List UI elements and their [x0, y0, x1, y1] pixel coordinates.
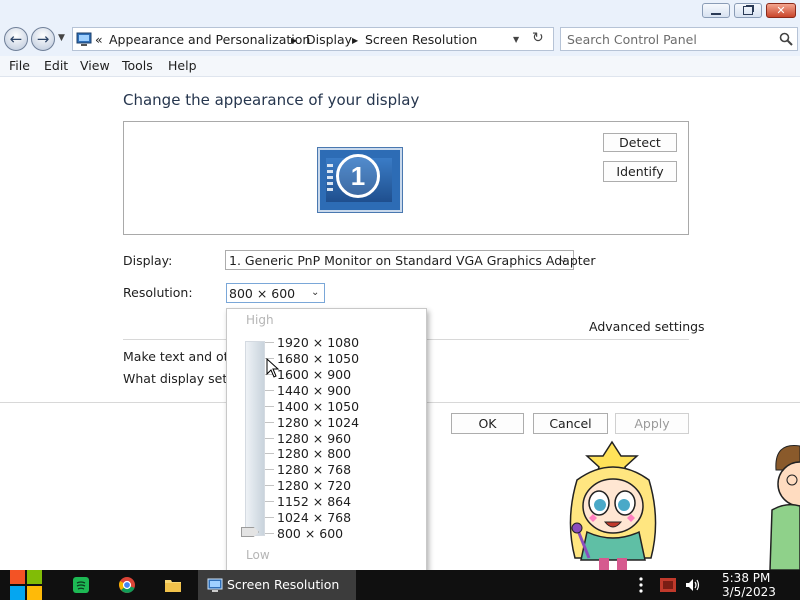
address-dropdown-icon[interactable]: ▼ [513, 35, 519, 44]
desktop-icons-decoration [327, 164, 333, 194]
cartoon-character-partial [769, 445, 800, 570]
resolution-option[interactable]: 1280 × 720 [277, 478, 351, 493]
close-icon: ✕ [776, 4, 786, 17]
slider-tick [265, 422, 274, 423]
display-select[interactable]: 1. Generic PnP Monitor on Standard VGA G… [225, 250, 596, 270]
volume-icon[interactable] [685, 577, 701, 593]
tray-app-icon[interactable] [660, 578, 676, 592]
breadcrumb-appearance[interactable]: Appearance and Personalization [109, 32, 310, 47]
resolution-dropdown: High Low 1920 × 1080 1680 × 1050 1600 × … [226, 308, 427, 572]
taskbar-window-title: Screen Resolution [227, 577, 340, 592]
resolution-option[interactable]: 1440 × 900 [277, 383, 351, 398]
slider-tick [265, 469, 274, 470]
refresh-icon[interactable]: ↻ [532, 30, 544, 46]
menu-view[interactable]: View [80, 58, 110, 73]
control-panel-icon [76, 32, 92, 46]
identify-button[interactable]: Identify [603, 161, 677, 182]
display-select-value: 1. Generic PnP Monitor on Standard VGA G… [229, 253, 596, 268]
resolution-label: Resolution: [123, 285, 193, 300]
apply-button[interactable]: Apply [615, 413, 689, 434]
taskbar: Screen Resolution 5:38 PM 3/5/2023 [0, 570, 800, 600]
ok-button[interactable]: OK [451, 413, 524, 434]
resolution-option-selected[interactable]: 800 × 600 [277, 526, 343, 541]
windows-logo-icon [10, 570, 42, 600]
page-title: Change the appearance of your display [123, 91, 420, 109]
slider-tick [265, 517, 274, 518]
control-panel-icon [207, 578, 223, 592]
minimize-icon [711, 12, 721, 15]
chevron-down-icon: ⌄ [559, 254, 568, 265]
resolution-option[interactable]: 1280 × 768 [277, 462, 351, 477]
slider-tick [265, 501, 274, 502]
clock-time[interactable]: 5:38 PM [722, 571, 770, 585]
back-button[interactable]: ← [4, 27, 28, 51]
address-bar[interactable]: « Appearance and Personalization ▶ Displ… [72, 27, 554, 51]
minimize-button[interactable] [702, 3, 730, 18]
search-box[interactable]: Search Control Panel [560, 27, 798, 51]
resolution-select[interactable]: 800 × 600 ⌄ [226, 283, 325, 303]
breadcrumb-display[interactable]: Display [306, 32, 352, 47]
title-bar: ✕ [0, 0, 800, 24]
menu-edit[interactable]: Edit [44, 58, 68, 73]
chrome-icon[interactable] [119, 577, 135, 593]
close-button[interactable]: ✕ [766, 3, 796, 18]
navigation-bar: ← → ▼ « Appearance and Personalization ▶… [0, 24, 800, 56]
resolution-slider-track[interactable] [245, 341, 265, 536]
slider-tick [265, 390, 274, 391]
resolution-option[interactable]: 1152 × 864 [277, 494, 351, 509]
detect-button[interactable]: Detect [603, 133, 677, 152]
breadcrumb-screen-resolution[interactable]: Screen Resolution [365, 32, 477, 47]
recent-pages-button[interactable]: ▼ [58, 33, 65, 43]
chevron-down-icon: ▼ [58, 33, 65, 43]
spotify-icon[interactable] [73, 577, 89, 593]
resolution-option[interactable]: 1680 × 1050 [277, 351, 359, 366]
start-button[interactable] [0, 570, 50, 600]
resolution-option[interactable]: 1920 × 1080 [277, 335, 359, 350]
restore-button[interactable] [734, 3, 762, 18]
resolution-select-value: 800 × 600 [229, 286, 296, 301]
monitor-number: 1 [350, 160, 366, 191]
cartoon-character-illustration [569, 440, 657, 572]
more-options-icon[interactable] [638, 576, 644, 594]
menu-help[interactable]: Help [168, 58, 197, 73]
resolution-option[interactable]: 1280 × 960 [277, 431, 351, 446]
slider-tick [265, 406, 274, 407]
menu-bar: File Edit View Tools Help [0, 56, 800, 77]
resolution-option[interactable]: 1280 × 800 [277, 446, 351, 461]
menu-file[interactable]: File [9, 58, 30, 73]
slider-tick [265, 533, 274, 534]
resolution-option[interactable]: 1024 × 768 [277, 510, 351, 525]
search-input-placeholder[interactable]: Search Control Panel [567, 32, 697, 47]
clock-date[interactable]: 3/5/2023 [722, 585, 776, 599]
slider-tick [265, 485, 274, 486]
breadcrumb-separator-icon[interactable]: ▶ [291, 36, 297, 45]
breadcrumb-separator-icon[interactable]: ▶ [352, 36, 358, 45]
slider-tick [265, 438, 274, 439]
file-explorer-icon[interactable] [165, 578, 181, 592]
resolution-option[interactable]: 1400 × 1050 [277, 399, 359, 414]
forward-button[interactable]: → [31, 27, 55, 51]
resolution-option[interactable]: 1280 × 1024 [277, 415, 359, 430]
cancel-button[interactable]: Cancel [533, 413, 608, 434]
breadcrumb-prefix: « [95, 32, 103, 47]
high-label: High [246, 313, 274, 327]
restore-icon [743, 6, 753, 15]
arrow-right-icon: → [36, 30, 50, 48]
taskbar-screen-resolution[interactable]: Screen Resolution [198, 570, 356, 600]
menu-tools[interactable]: Tools [122, 58, 153, 73]
search-icon[interactable] [779, 32, 793, 46]
advanced-settings-link[interactable]: Advanced settings [589, 319, 705, 334]
slider-tick [265, 453, 274, 454]
mouse-cursor-icon [266, 358, 280, 378]
low-label: Low [246, 548, 270, 562]
chevron-down-icon: ⌄ [311, 287, 320, 298]
monitor-number-badge: 1 [336, 154, 380, 198]
slider-tick [265, 342, 274, 343]
arrow-left-icon: ← [9, 30, 23, 48]
display-label: Display: [123, 253, 173, 268]
resolution-option[interactable]: 1600 × 900 [277, 367, 351, 382]
monitor-1-thumbnail[interactable]: 1 [318, 148, 402, 212]
monitor-preview-area: 1 Detect Identify [123, 121, 689, 235]
